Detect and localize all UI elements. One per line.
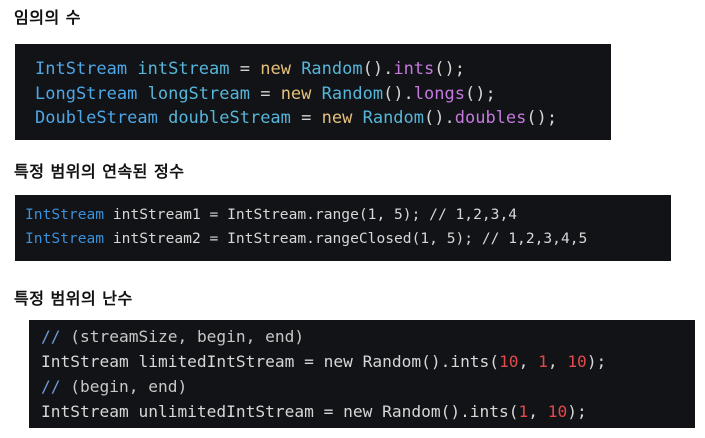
- code-token: intStream: [137, 59, 230, 79]
- heading-random: 임의의 수: [14, 8, 81, 27]
- code-token: 10: [547, 402, 568, 421]
- code-token: IntStream: [35, 59, 128, 79]
- code-token: //: [41, 377, 61, 396]
- code-token: new: [280, 84, 312, 104]
- code-block-range: IntStream intStream1 = IntStream.range(1…: [15, 195, 671, 261]
- code-token: Random: [301, 59, 363, 79]
- code-token: ();: [434, 59, 465, 79]
- code-token: doubles: [454, 108, 527, 128]
- code-block-random-range: // (streamSize, begin, end) IntStream li…: [29, 320, 695, 428]
- code-token: //: [41, 327, 61, 346]
- code-token: Random: [321, 84, 384, 104]
- code-token: ,: [547, 352, 568, 371]
- code-token: ().: [362, 59, 394, 79]
- code-token: ().: [383, 84, 414, 104]
- code-token: ();: [526, 108, 558, 128]
- code-token: new: [321, 108, 353, 128]
- code-token: IntStream limitedIntStream = new Random(…: [41, 352, 500, 371]
- code-token: IntStream: [25, 206, 105, 223]
- code-token: DoubleStream: [35, 108, 158, 128]
- heading-random-range: 특정 범위의 난수: [14, 289, 133, 308]
- code-line: // (begin, end): [41, 375, 187, 399]
- code-token: );: [567, 402, 587, 421]
- code-line: DoubleStream doubleStream = new Random()…: [35, 106, 557, 130]
- code-token: Random: [362, 108, 425, 128]
- code-line: IntStream limitedIntStream = new Random(…: [41, 350, 606, 374]
- code-token: =: [249, 84, 281, 104]
- code-token: ();: [464, 84, 496, 104]
- code-token: 10: [567, 352, 587, 371]
- code-line: IntStream intStream = new Random().ints(…: [35, 57, 465, 81]
- code-token: intStream2 = IntStream.rangeClosed(1, 5)…: [104, 230, 588, 247]
- code-token: (begin, end): [60, 377, 188, 396]
- code-token: =: [290, 108, 322, 128]
- code-token: new: [260, 59, 291, 79]
- code-token: (streamSize, begin, end): [60, 327, 305, 346]
- code-token: LongStream: [35, 84, 138, 104]
- code-token: 1: [538, 352, 548, 371]
- code-token: doubleStream: [168, 108, 291, 128]
- code-line: IntStream intStream1 = IntStream.range(1…: [25, 204, 517, 226]
- code-token: ,: [518, 352, 539, 371]
- code-token: 1: [518, 402, 529, 421]
- code-token: intStream1 = IntStream.range(1, 5); // 1…: [104, 206, 518, 223]
- code-token: ints: [393, 59, 435, 79]
- code-token: ,: [528, 402, 548, 421]
- code-token: =: [229, 59, 261, 79]
- code-line: // (streamSize, begin, end): [41, 325, 304, 349]
- code-line: LongStream longStream = new Random().lon…: [35, 82, 496, 106]
- code-token: longs: [413, 84, 465, 104]
- code-line: IntStream unlimitedIntStream = new Rando…: [41, 400, 587, 424]
- code-token: 10: [499, 352, 519, 371]
- code-token: );: [586, 352, 607, 371]
- code-block-random: IntStream intStream = new Random().ints(…: [15, 44, 611, 140]
- code-token: ().: [424, 108, 455, 128]
- heading-range: 특정 범위의 연속된 정수: [14, 162, 185, 181]
- code-token: IntStream: [25, 230, 105, 247]
- code-token: IntStream unlimitedIntStream = new Rando…: [41, 402, 519, 421]
- code-line: IntStream intStream2 = IntStream.rangeCl…: [25, 228, 587, 250]
- code-token: longStream: [147, 84, 250, 104]
